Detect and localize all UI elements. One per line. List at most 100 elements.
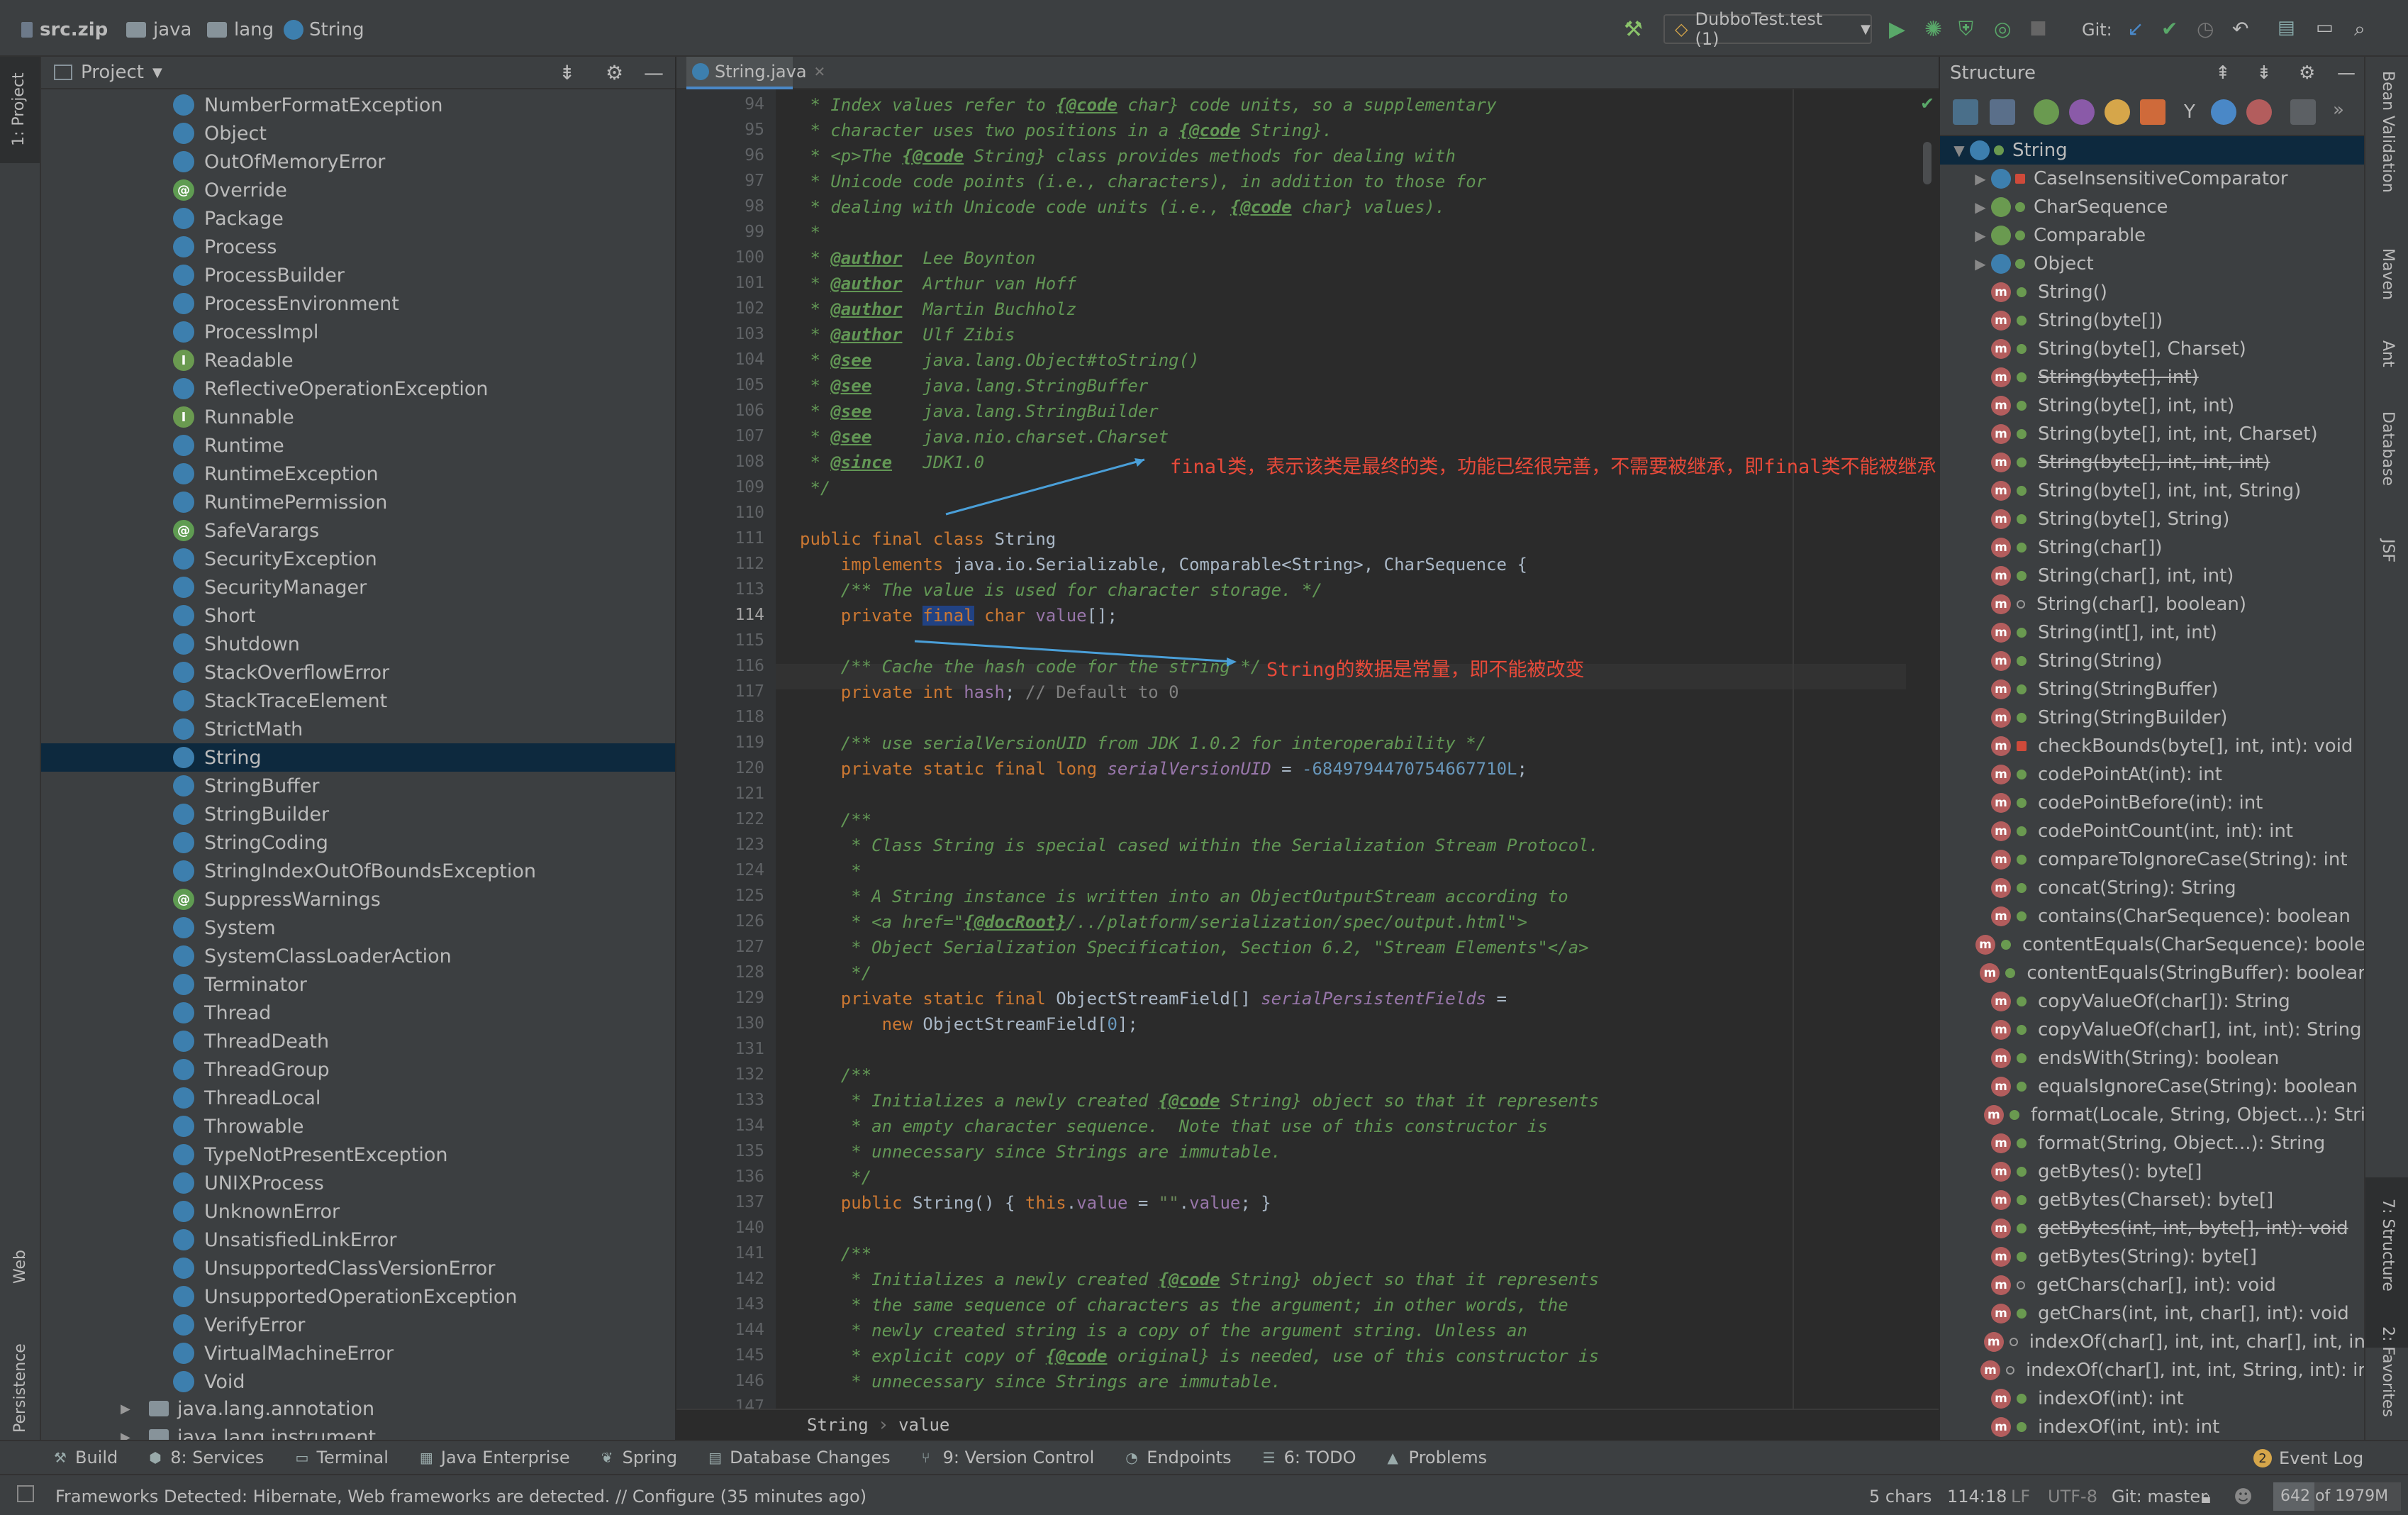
- project-tree-item[interactable]: ThreadDeath: [41, 1027, 675, 1055]
- project-tree-item[interactable]: Void: [41, 1367, 675, 1396]
- project-tree-item[interactable]: Thread: [41, 999, 675, 1027]
- readonly-lock-icon[interactable]: 🔒︎: [2201, 1487, 2211, 1509]
- structure-member[interactable]: m concat(String): String: [1940, 874, 2364, 902]
- project-tree-item[interactable]: StackOverflowError: [41, 658, 675, 687]
- git-branch[interactable]: Git: master: [2112, 1487, 2207, 1506]
- project-tree-item[interactable]: Terminator: [41, 970, 675, 999]
- structure-member[interactable]: m copyValueOf(char[], int, int): String: [1940, 1016, 2364, 1044]
- project-tree-item[interactable]: ThreadLocal: [41, 1084, 675, 1112]
- breadcrumb-class[interactable]: String: [807, 1415, 869, 1435]
- debug-icon[interactable]: ✺: [1924, 17, 1946, 42]
- structure-member[interactable]: m indexOf(int, int): int: [1940, 1413, 2364, 1440]
- structure-member[interactable]: m getChars(char[], int): void: [1940, 1271, 2364, 1299]
- structure-member[interactable]: m codePointCount(int, int): int: [1940, 817, 2364, 845]
- chevron-down-icon[interactable]: ▼: [152, 65, 162, 80]
- structure-member[interactable]: m String(byte[], int): [1940, 363, 2364, 392]
- memory-indicator[interactable]: 642 of 1979M: [2273, 1482, 2401, 1511]
- structure-member[interactable]: m String(byte[], int, int): [1940, 392, 2364, 420]
- project-tree-item[interactable]: ProcessImpl: [41, 318, 675, 346]
- structure-member[interactable]: m indexOf(int): int: [1940, 1384, 2364, 1413]
- project-tree-item[interactable]: StringIndexOutOfBoundsException: [41, 857, 675, 885]
- structure-member[interactable]: m String(byte[], Charset): [1940, 335, 2364, 363]
- structure-member[interactable]: m contains(CharSequence): boolean: [1940, 902, 2364, 931]
- breadcrumb-field[interactable]: value: [898, 1415, 949, 1435]
- structure-member[interactable]: m contentEquals(StringBuffer): boolear: [1940, 959, 2364, 987]
- project-tree-item[interactable]: SecurityManager: [41, 573, 675, 601]
- window-icon[interactable]: ▭: [2316, 17, 2337, 38]
- project-tree-item[interactable]: @ SafeVarargs: [41, 516, 675, 545]
- show-anonymous-icon[interactable]: [2246, 99, 2272, 125]
- project-tree-item[interactable]: StringCoding: [41, 828, 675, 857]
- structure-member[interactable]: m indexOf(char[], int, int, char[], int, …: [1940, 1328, 2364, 1356]
- project-tree-item[interactable]: ProcessEnvironment: [41, 289, 675, 318]
- project-tree-item[interactable]: RuntimeException: [41, 460, 675, 488]
- status-toggle-icon[interactable]: [17, 1485, 34, 1502]
- maven-tab[interactable]: Maven: [2379, 248, 2397, 300]
- tool-window-java-enterprise[interactable]: ▦ Java Enterprise: [420, 1448, 570, 1467]
- project-tree-package[interactable]: ▶ java.lang.instrument: [41, 1423, 675, 1440]
- persistence-tool-tab[interactable]: Persistence: [0, 1305, 40, 1440]
- tool-window-endpoints[interactable]: ◔ Endpoints: [1125, 1448, 1231, 1467]
- structure-member[interactable]: m String(StringBuilder): [1940, 704, 2364, 732]
- tool-window-database-changes[interactable]: ▤ Database Changes: [708, 1448, 891, 1467]
- project-tree-item[interactable]: Shutdown: [41, 630, 675, 658]
- project-tree-item[interactable]: Object: [41, 119, 675, 148]
- project-tree-item[interactable]: String: [41, 743, 675, 772]
- structure-member[interactable]: m format(String, Object...): String: [1940, 1129, 2364, 1158]
- structure-member[interactable]: m endsWith(String): boolean: [1940, 1044, 2364, 1072]
- structure-member[interactable]: m getBytes(int, int, byte[], int): void: [1940, 1214, 2364, 1243]
- project-tree-item[interactable]: @ SuppressWarnings: [41, 885, 675, 914]
- project-tree-item[interactable]: NumberFormatException: [41, 91, 675, 119]
- collapse-all-icon[interactable]: ⇟: [2256, 62, 2272, 84]
- project-tree-item[interactable]: SecurityException: [41, 545, 675, 573]
- structure-member[interactable]: m getChars(int, int, char[], int): void: [1940, 1299, 2364, 1328]
- structure-member[interactable]: m String(StringBuffer): [1940, 675, 2364, 704]
- tool-window-todo[interactable]: ☰ 6: TODO: [1263, 1448, 1356, 1467]
- project-tree-item[interactable]: StrictMath: [41, 715, 675, 743]
- structure-node[interactable]: ▶ Object: [1940, 250, 2364, 278]
- structure-member[interactable]: m String(char[], int, int): [1940, 562, 2364, 590]
- file-encoding[interactable]: UTF-8: [2048, 1487, 2097, 1506]
- structure-member[interactable]: m checkBounds(byte[], int, int): void: [1940, 732, 2364, 760]
- structure-node[interactable]: ▶ CaseInsensitiveComparator: [1940, 165, 2364, 193]
- project-panel-title[interactable]: Project: [81, 62, 144, 83]
- project-tree-item[interactable]: Throwable: [41, 1112, 675, 1141]
- filter-icon[interactable]: Y: [2177, 99, 2202, 125]
- project-tree-item[interactable]: Package: [41, 204, 675, 233]
- coverage-icon[interactable]: ⛨: [1958, 17, 1980, 40]
- stop-icon[interactable]: ■: [2029, 17, 2051, 38]
- structure-member[interactable]: m getBytes(Charset): byte[]: [1940, 1186, 2364, 1214]
- structure-member[interactable]: m codePointBefore(int): int: [1940, 789, 2364, 817]
- minimize-icon[interactable]: —: [2337, 62, 2356, 84]
- sort-by-visibility-icon[interactable]: [1953, 99, 1978, 125]
- structure-member[interactable]: m indexOf(char[], int, int, String, int):…: [1940, 1356, 2364, 1384]
- tool-window-services[interactable]: ⬢ 8: Services: [149, 1448, 264, 1467]
- structure-member[interactable]: m String(byte[], int, int, Charset): [1940, 420, 2364, 448]
- tool-window-terminal[interactable]: ▭ Terminal: [295, 1448, 388, 1467]
- show-non-public-icon[interactable]: [2140, 99, 2165, 125]
- gear-icon[interactable]: ⚙: [606, 61, 623, 84]
- bean-validation-tab[interactable]: Bean Validation: [2379, 71, 2397, 193]
- structure-member[interactable]: m String(String): [1940, 647, 2364, 675]
- structure-member[interactable]: m String(char[], boolean): [1940, 590, 2364, 618]
- show-lambdas-icon[interactable]: [2211, 99, 2236, 125]
- run-configuration-dropdown[interactable]: ◇ DubboTest.test (1) ▼: [1663, 9, 1872, 49]
- expand-arrow-icon[interactable]: ▶: [1970, 227, 1991, 244]
- tool-window-problems[interactable]: ▲ Problems: [1388, 1448, 1488, 1467]
- build-hammer-icon[interactable]: ⚒: [1624, 17, 1645, 42]
- history-icon[interactable]: ◷: [2197, 17, 2218, 40]
- project-tree-item[interactable]: RuntimePermission: [41, 488, 675, 516]
- project-tree-package[interactable]: ▶ java.lang.annotation: [41, 1394, 675, 1423]
- structure-member[interactable]: m getBytes(): byte[]: [1940, 1158, 2364, 1186]
- structure-member[interactable]: m codePointAt(int): int: [1940, 760, 2364, 789]
- gear-icon[interactable]: ⚙: [2299, 62, 2315, 84]
- structure-member[interactable]: m format(Locale, String, Object...): Stri: [1940, 1101, 2364, 1129]
- event-log-button[interactable]: 2 Event Log: [2253, 1448, 2363, 1468]
- git-commit-icon[interactable]: ✔: [2161, 17, 2183, 40]
- structure-member[interactable]: m String(): [1940, 278, 2364, 306]
- project-tree-item[interactable]: I Readable: [41, 346, 675, 374]
- structure-member[interactable]: m String(int[], int, int): [1940, 618, 2364, 647]
- project-tree-item[interactable]: StackTraceElement: [41, 687, 675, 715]
- project-tree-item[interactable]: UnknownError: [41, 1197, 675, 1226]
- project-tree-item[interactable]: Runtime: [41, 431, 675, 460]
